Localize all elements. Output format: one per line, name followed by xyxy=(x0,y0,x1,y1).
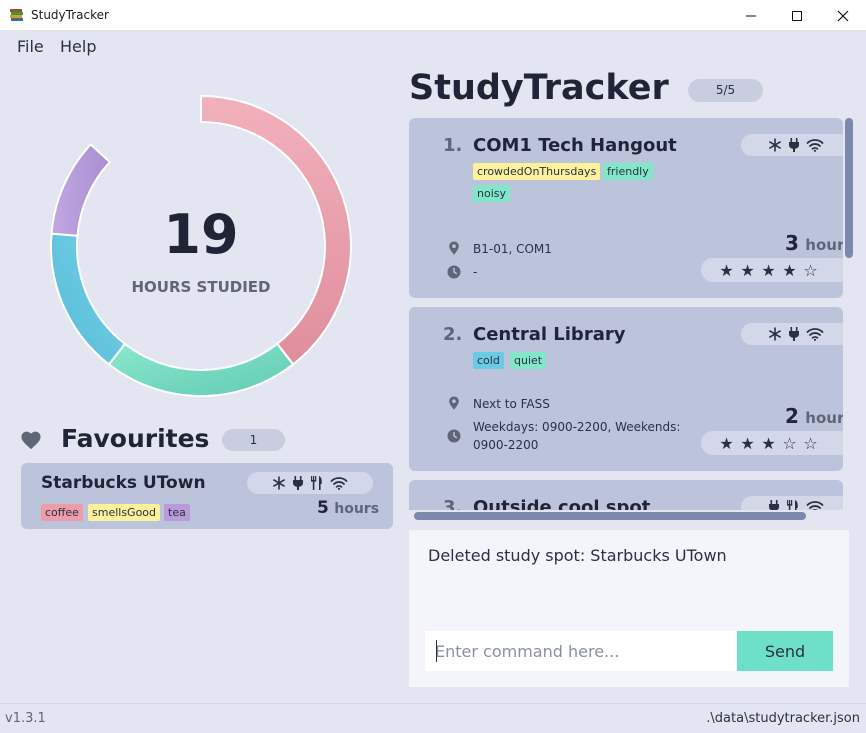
title-bar: StudyTracker xyxy=(0,0,866,31)
send-button[interactable]: Send xyxy=(737,631,833,671)
plug-icon xyxy=(789,327,799,341)
favourites-title: Favourites xyxy=(61,424,210,453)
wifi-icon xyxy=(806,501,824,510)
plug-icon xyxy=(789,138,799,152)
amenities-pill xyxy=(741,134,843,156)
star-empty-icon: ☆ xyxy=(782,433,797,453)
menu-bar: File Help xyxy=(0,31,866,61)
minimize-button[interactable] xyxy=(728,0,774,31)
favourite-name: Starbucks UTown xyxy=(41,473,206,493)
star-empty-icon: ☆ xyxy=(803,433,818,453)
tag: noisy xyxy=(473,185,510,202)
spot-hours-unit: hours xyxy=(805,409,843,427)
clock-icon xyxy=(447,265,461,279)
location-pin-icon xyxy=(449,396,459,410)
result-display: Deleted study spot: Starbucks UTown Send xyxy=(409,530,849,687)
star-filled-icon: ★ xyxy=(719,433,734,453)
star-filled-icon: ★ xyxy=(761,433,776,453)
star-filled-icon: ★ xyxy=(740,433,755,453)
minimize-icon xyxy=(746,15,756,16)
amenities-pill xyxy=(247,472,373,494)
close-icon xyxy=(837,10,849,21)
app-icon xyxy=(10,9,23,21)
study-spot-card[interactable]: 1. COM1 Tech Hangout crowdedOnThursdays … xyxy=(409,118,843,298)
list-horizontal-scrollbar[interactable] xyxy=(414,512,806,520)
menu-file[interactable]: File xyxy=(17,37,44,56)
spot-index: 2. xyxy=(443,324,463,345)
tag: coffee xyxy=(41,504,83,521)
spot-opening-hours: Weekdays: 0900-2200, Weekends: 0900-2200 xyxy=(473,420,681,452)
result-message: Deleted study spot: Starbucks UTown xyxy=(428,546,727,565)
spot-index: 1. xyxy=(443,135,463,156)
maximize-icon xyxy=(792,10,802,21)
rating-stars: ★ ★ ★ ★ ☆ xyxy=(701,258,843,282)
status-bar: v1.3.1 .\data\studytracker.json xyxy=(0,703,866,733)
spot-hours-value: 2 xyxy=(785,404,799,428)
wifi-icon xyxy=(806,328,824,341)
hours-studied-label: HOURS STUDIED xyxy=(131,278,271,296)
wifi-icon xyxy=(806,139,824,152)
hours-studied-value: 19 xyxy=(163,203,239,266)
study-spot-card[interactable]: 2. Central Library cold quiet Next to FA… xyxy=(409,307,843,471)
snowflake-icon xyxy=(272,476,286,490)
tag: quiet xyxy=(510,352,547,369)
snowflake-icon xyxy=(768,327,782,341)
spot-hours-unit: hours xyxy=(805,236,843,254)
study-spot-card[interactable]: 3. Outside cool spot xyxy=(409,480,843,510)
snowflake-icon xyxy=(768,138,782,152)
amenities-pill xyxy=(741,496,843,510)
maximize-button[interactable] xyxy=(774,0,820,31)
spot-location: Next to FASS xyxy=(473,397,550,411)
window-title: StudyTracker xyxy=(31,8,109,22)
text-caret xyxy=(436,640,437,662)
star-filled-icon: ★ xyxy=(740,260,755,280)
spot-name: Central Library xyxy=(473,324,626,345)
tag: tea xyxy=(164,504,190,521)
favourite-card[interactable]: Starbucks UTown coffee smellsGood tea 5 … xyxy=(21,463,393,529)
plug-icon xyxy=(293,476,303,490)
clock-icon xyxy=(447,429,461,443)
close-button[interactable] xyxy=(820,0,866,31)
heart-icon xyxy=(21,431,41,450)
tag: crowdedOnThursdays xyxy=(473,163,601,180)
rating-stars: ★ ★ ★ ☆ ☆ xyxy=(701,431,843,455)
data-file-path: .\data\studytracker.json xyxy=(706,711,860,726)
amenities-pill xyxy=(741,323,843,345)
favourite-hours: 5 hours xyxy=(317,498,379,518)
spot-count-badge: 5/5 xyxy=(688,79,763,102)
spot-name: Outside cool spot xyxy=(473,497,651,510)
utensils-icon xyxy=(311,476,322,490)
favourite-hours-unit: hours xyxy=(334,501,380,517)
tag: smellsGood xyxy=(88,504,161,521)
page-title: StudyTracker xyxy=(409,68,669,108)
study-spot-list[interactable]: 1. COM1 Tech Hangout crowdedOnThursdays … xyxy=(409,118,857,510)
spot-hours: 3 hours xyxy=(785,231,843,255)
menu-help[interactable]: Help xyxy=(60,37,96,56)
plug-icon xyxy=(769,500,779,510)
command-input[interactable] xyxy=(425,631,736,671)
spot-hours-value: 3 xyxy=(785,231,799,255)
tag: friendly xyxy=(603,163,653,180)
spot-hours: 2 hours xyxy=(785,404,843,428)
star-filled-icon: ★ xyxy=(719,260,734,280)
list-vertical-scrollbar[interactable] xyxy=(845,118,853,258)
star-filled-icon: ★ xyxy=(782,260,797,280)
location-pin-icon xyxy=(449,241,459,255)
tag: cold xyxy=(473,352,504,369)
donut-segment xyxy=(107,342,295,397)
spot-location: B1-01, COM1 xyxy=(473,242,552,256)
spot-name: COM1 Tech Hangout xyxy=(473,135,677,156)
version-label: v1.3.1 xyxy=(5,711,46,726)
favourites-count-badge: 1 xyxy=(222,429,285,451)
star-filled-icon: ★ xyxy=(761,260,776,280)
utensils-icon xyxy=(787,500,798,510)
favourite-hours-value: 5 xyxy=(317,498,329,518)
wifi-icon xyxy=(330,477,348,490)
spot-index: 3. xyxy=(443,497,463,510)
star-empty-icon: ☆ xyxy=(803,260,818,280)
spot-opening-hours: - xyxy=(473,265,478,279)
